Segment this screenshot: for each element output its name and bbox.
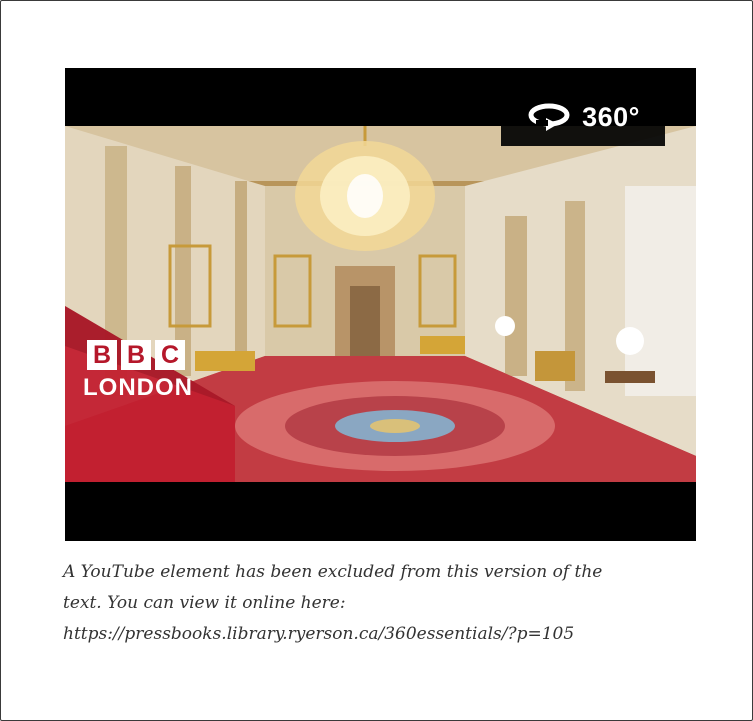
palace-room-image bbox=[65, 126, 696, 482]
content-frame: 360° B B C LONDON A YouTube element has … bbox=[0, 0, 753, 721]
notice-line: A YouTube element has been excluded from… bbox=[63, 562, 603, 582]
bbc-logo: B B C bbox=[87, 340, 185, 370]
notice-line: text. You can view it online here: bbox=[63, 593, 346, 613]
bbc-logo-subtitle: LONDON bbox=[83, 374, 193, 401]
bbc-letter: B bbox=[121, 340, 151, 370]
badge-360: 360° bbox=[501, 88, 665, 146]
video-thumbnail[interactable]: 360° B B C LONDON bbox=[65, 68, 696, 541]
notice-url[interactable]: https://pressbooks.library.ryerson.ca/36… bbox=[63, 619, 703, 650]
badge-360-label: 360° bbox=[582, 101, 640, 132]
bbc-letter: B bbox=[87, 340, 117, 370]
excluded-element-notice: A YouTube element has been excluded from… bbox=[63, 557, 703, 650]
bbc-letter: C bbox=[155, 340, 185, 370]
rotate-360-icon bbox=[528, 103, 570, 131]
